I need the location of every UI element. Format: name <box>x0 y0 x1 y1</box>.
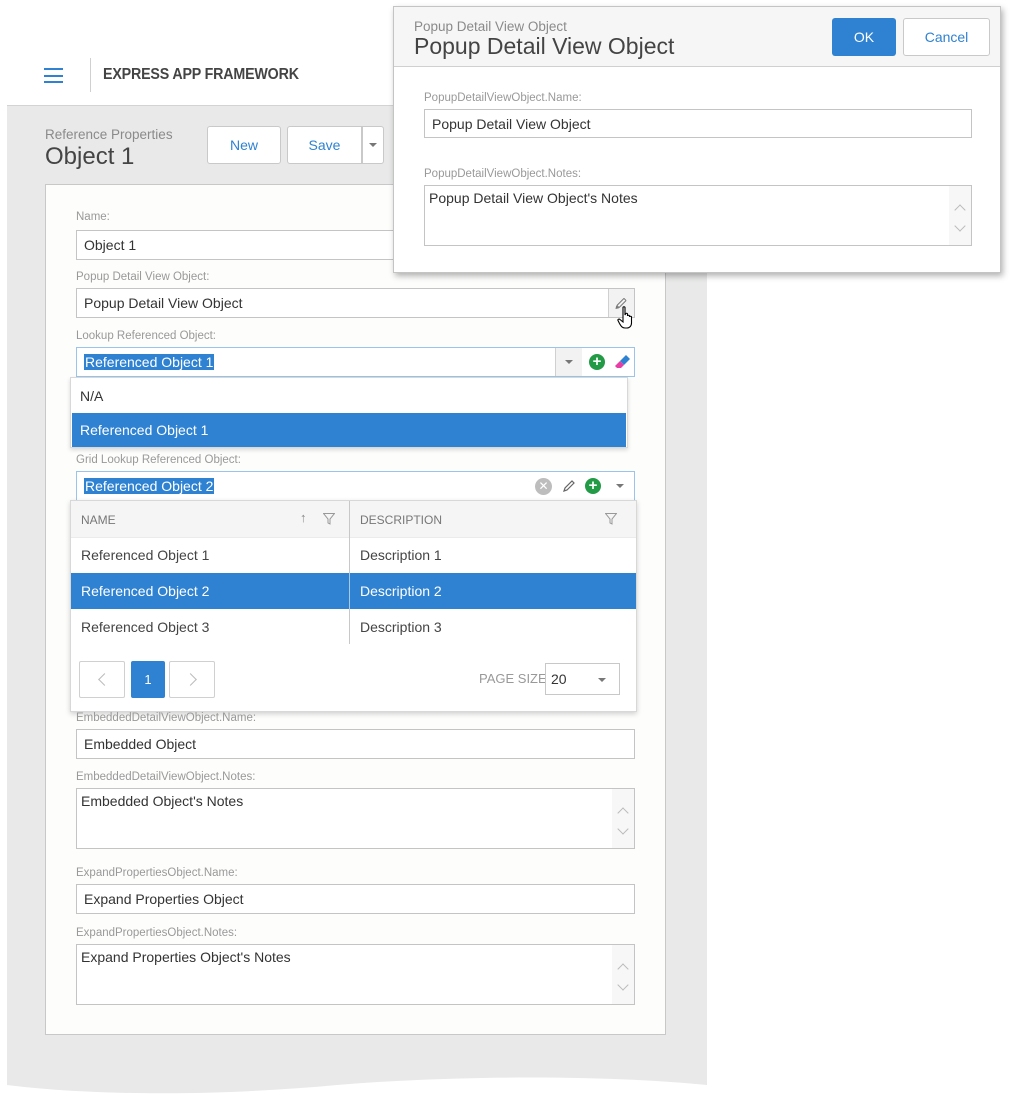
embedded-notes-label: EmbeddedDetailViewObject.Notes: <box>76 771 256 783</box>
lookup-label: Lookup Referenced Object: <box>76 330 217 342</box>
dialog-title: Popup Detail View Object <box>414 33 675 59</box>
column-header-description-label: DESCRIPTION <box>360 512 443 527</box>
pager-page-1[interactable]: 1 <box>131 661 165 698</box>
popup-name-input[interactable]: Popup Detail View Object <box>424 109 972 138</box>
lookup-option[interactable]: N/A <box>72 379 626 413</box>
popup-detail-label: Popup Detail View Object: <box>76 271 210 283</box>
new-button[interactable]: New <box>207 126 281 164</box>
grid-header: NAME ↑ DESCRIPTION <box>71 501 636 538</box>
lookup-dropdown-button[interactable] <box>555 348 582 376</box>
page-title: Object 1 <box>45 143 135 170</box>
sort-ascending-icon[interactable]: ↑ <box>300 510 307 525</box>
expand-name-value: Expand Properties Object <box>84 891 244 907</box>
save-dropdown-button[interactable] <box>362 126 384 164</box>
cell-name: Referenced Object 1 <box>81 547 210 563</box>
chevron-left-icon <box>97 673 111 686</box>
lookup-dropdown-list: N/A Referenced Object 1 <box>70 377 628 448</box>
grid-lookup-label: Grid Lookup Referenced Object: <box>76 454 241 466</box>
chevron-down-icon <box>616 484 624 488</box>
popup-detail-value: Popup Detail View Object <box>84 295 243 311</box>
chevron-up-icon[interactable] <box>617 806 629 819</box>
column-separator <box>349 573 350 609</box>
column-header-name-label: NAME <box>81 512 116 527</box>
expand-notes-textarea[interactable]: Expand Properties Object's Notes <box>76 944 635 1005</box>
filter-icon[interactable] <box>323 513 335 525</box>
popup-notes-label: PopupDetailViewObject.Notes: <box>424 168 582 180</box>
name-label: Name: <box>76 211 110 223</box>
grid-lookup-dropdown-button[interactable] <box>616 484 624 488</box>
chevron-right-icon <box>183 673 197 686</box>
pencil-icon[interactable] <box>562 479 576 493</box>
popup-edit-button[interactable] <box>608 289 634 317</box>
clear-eraser-icon[interactable] <box>614 354 630 370</box>
chevron-up-icon[interactable] <box>617 962 629 975</box>
scrollbar[interactable] <box>612 789 634 848</box>
chevron-down-icon <box>369 143 377 147</box>
popup-detail-dialog: Popup Detail View Object Popup Detail Vi… <box>393 6 1001 273</box>
grid-lookup-value: Referenced Object 2 <box>84 478 215 494</box>
expand-name-input[interactable]: Expand Properties Object <box>76 884 635 914</box>
cell-description: Description 3 <box>360 619 442 635</box>
table-row[interactable]: Referenced Object 3 Description 3 <box>71 609 636 645</box>
page-size-value: 20 <box>551 671 567 687</box>
hamburger-menu-icon[interactable] <box>44 68 63 83</box>
popup-notes-textarea[interactable]: Popup Detail View Object's Notes <box>424 185 972 246</box>
save-button[interactable]: Save <box>287 126 362 164</box>
cancel-button[interactable]: Cancel <box>903 18 990 56</box>
grid-lookup-popup: NAME ↑ DESCRIPTION Referenced Object 1 D… <box>70 500 637 712</box>
embedded-name-input[interactable]: Embedded Object <box>76 729 635 759</box>
popup-name-value: Popup Detail View Object <box>432 115 591 132</box>
popup-notes-value: Popup Detail View Object's Notes <box>429 190 638 206</box>
expand-notes-label: ExpandPropertiesObject.Notes: <box>76 927 238 939</box>
filter-icon[interactable] <box>605 513 617 525</box>
table-row[interactable]: Referenced Object 1 Description 1 <box>71 537 636 573</box>
embedded-notes-value: Embedded Object's Notes <box>81 793 244 809</box>
ok-button[interactable]: OK <box>832 18 896 56</box>
popup-name-label: PopupDetailViewObject.Name: <box>424 92 582 104</box>
breadcrumb: Reference Properties <box>45 127 173 142</box>
pager-next-button[interactable] <box>169 661 215 698</box>
lookup-option-selected[interactable]: Referenced Object 1 <box>72 413 626 447</box>
expand-name-label: ExpandPropertiesObject.Name: <box>76 867 238 879</box>
column-header-description[interactable]: DESCRIPTION <box>350 501 636 538</box>
app-title: EXPRESS APP FRAMEWORK <box>103 66 299 83</box>
lookup-value: Referenced Object 1 <box>84 354 215 370</box>
name-value: Object 1 <box>84 237 137 253</box>
page-size-select[interactable]: 20 <box>545 663 620 695</box>
dialog-header: Popup Detail View Object Popup Detail Vi… <box>394 7 1000 67</box>
cell-name: Referenced Object 2 <box>81 583 210 599</box>
chevron-up-icon[interactable] <box>954 203 966 216</box>
column-header-name[interactable]: NAME <box>71 501 349 538</box>
header-divider <box>90 58 91 92</box>
add-icon[interactable]: + <box>585 478 601 494</box>
chevron-down-icon[interactable] <box>954 219 966 232</box>
embedded-notes-textarea[interactable]: Embedded Object's Notes <box>76 788 635 849</box>
add-icon[interactable]: + <box>589 354 605 370</box>
page-size-label: PAGE SIZE <box>479 671 547 686</box>
scrollbar[interactable] <box>949 186 971 245</box>
grid-lookup-input[interactable]: Referenced Object 2 ✕ + <box>76 471 635 501</box>
dialog-breadcrumb: Popup Detail View Object <box>414 19 567 34</box>
chevron-down-icon[interactable] <box>617 822 629 835</box>
popup-detail-input[interactable]: Popup Detail View Object <box>76 288 635 318</box>
name-input[interactable]: Object 1 <box>76 230 406 260</box>
chevron-down-icon <box>565 360 573 364</box>
clear-icon[interactable]: ✕ <box>535 478 552 495</box>
embedded-name-value: Embedded Object <box>84 736 197 752</box>
chevron-down-icon[interactable] <box>617 978 629 991</box>
embedded-name-label: EmbeddedDetailViewObject.Name: <box>76 712 257 724</box>
cell-description: Description 1 <box>360 547 442 563</box>
table-row-selected[interactable]: Referenced Object 2 Description 2 <box>71 573 636 609</box>
lookup-input[interactable]: Referenced Object 1 + <box>76 347 635 377</box>
chevron-down-icon <box>598 678 606 682</box>
pencil-icon <box>616 297 627 309</box>
expand-notes-value: Expand Properties Object's Notes <box>81 949 291 965</box>
pager-prev-button[interactable] <box>79 661 125 698</box>
cell-description: Description 2 <box>360 583 442 599</box>
scrollbar[interactable] <box>612 945 634 1004</box>
cell-name: Referenced Object 3 <box>81 619 210 635</box>
